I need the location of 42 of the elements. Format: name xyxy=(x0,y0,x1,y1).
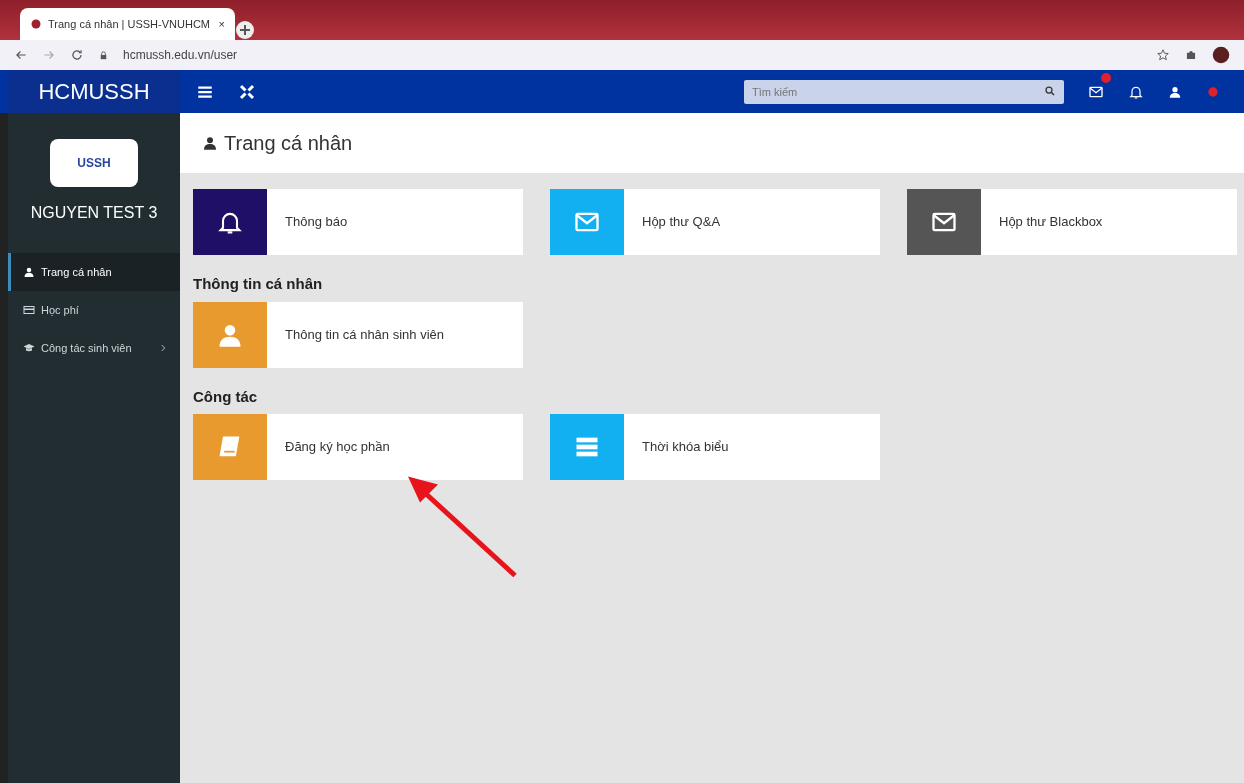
shortcut-tile[interactable]: Thời khóa biểu xyxy=(550,414,880,480)
sidebar-item[interactable]: Công tác sinh viên xyxy=(8,329,180,367)
tile-label: Thông báo xyxy=(284,213,348,232)
graduation-cap-icon xyxy=(23,342,35,354)
search-icon[interactable] xyxy=(1044,85,1056,97)
user-name: NGUYEN TEST 3 xyxy=(29,203,159,223)
card-icon xyxy=(23,304,35,316)
fullscreen-icon[interactable] xyxy=(238,82,256,101)
star-icon[interactable] xyxy=(1156,48,1170,62)
shortcut-tile[interactable]: Hộp thư Blackbox xyxy=(907,189,1237,255)
favicon-icon xyxy=(30,18,42,30)
notification-badge xyxy=(1101,72,1111,83)
tile-label: Đăng ký học phần xyxy=(284,438,390,457)
url-text[interactable]: hcmussh.edu.vn/user xyxy=(123,46,1142,64)
section-heading: Công tác xyxy=(192,386,259,407)
profile-avatar-icon[interactable] xyxy=(1212,46,1230,64)
user-icon xyxy=(23,266,35,278)
tile-label: Thông tin cá nhân sinh viên xyxy=(284,325,444,344)
page-title-text: Trang cá nhân xyxy=(224,131,353,156)
new-tab-icon[interactable] xyxy=(235,20,255,40)
tile-label: Hộp thư Blackbox xyxy=(998,213,1103,232)
lock-icon xyxy=(98,49,109,61)
university-logo: USSH xyxy=(50,139,138,187)
brand-logo[interactable]: HCMUSSH xyxy=(8,70,180,113)
shortcut-tile[interactable]: Đăng ký học phần xyxy=(193,414,523,480)
user-icon[interactable] xyxy=(1168,84,1182,99)
search-field[interactable]: Tìm kiếm xyxy=(744,80,1064,104)
shortcut-tile[interactable]: Hộp thư Q&A xyxy=(550,189,880,255)
shortcut-tile[interactable]: Thông báo xyxy=(193,189,523,255)
user-icon xyxy=(202,135,218,151)
sidebar-item[interactable]: Trang cá nhân xyxy=(8,253,180,291)
tab-title: Trang cá nhân | USSH-VNUHCM xyxy=(48,16,211,32)
back-icon[interactable] xyxy=(14,48,28,62)
tile-label: Thời khóa biểu xyxy=(641,438,729,457)
shortcut-tile[interactable]: Thông tin cá nhân sinh viên xyxy=(193,301,523,368)
tile-label: Hộp thư Q&A xyxy=(641,213,721,232)
reload-icon[interactable] xyxy=(70,48,84,62)
puzzle-icon[interactable] xyxy=(1184,48,1198,62)
sidebar-item[interactable]: Học phí xyxy=(8,291,180,329)
tab-close-button[interactable]: × xyxy=(218,15,225,33)
section-heading: Thông tin cá nhân xyxy=(192,274,324,294)
browser-tab[interactable]: Trang cá nhân | USSH-VNUHCM × xyxy=(20,8,235,40)
